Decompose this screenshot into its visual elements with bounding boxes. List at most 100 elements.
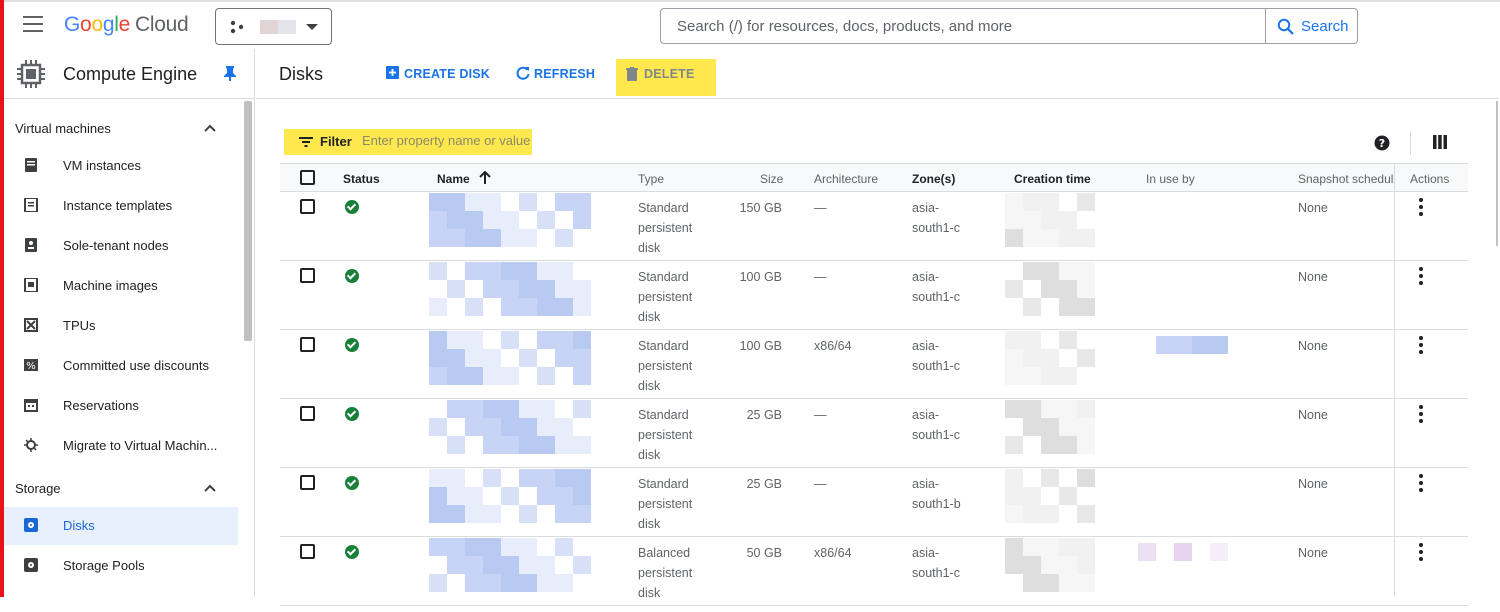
sidebar-item-committed-use-discounts[interactable]: % Committed use discounts bbox=[4, 347, 238, 385]
disk-type: Standard persistent disk bbox=[638, 267, 692, 327]
disk-zone-line: south1-c bbox=[912, 290, 960, 304]
column-header-status[interactable]: Status bbox=[343, 172, 380, 186]
table-row[interactable]: Balanced persistent disk 50 GB x86/64 asia-so… bbox=[280, 537, 1468, 606]
disk-zone: asia-south1-c bbox=[912, 198, 960, 238]
sidebar-item-vm-instances[interactable]: VM instances bbox=[4, 147, 238, 185]
disk-type-line: Standard bbox=[638, 408, 689, 422]
disk-type: Standard persistent disk bbox=[638, 474, 692, 534]
table-row[interactable]: Standard persistent disk 25 GB — asia-south1-… bbox=[280, 399, 1468, 468]
disk-zone: asia-south1-c bbox=[912, 267, 960, 307]
calendar-icon bbox=[24, 399, 38, 412]
more-actions-icon[interactable] bbox=[1419, 543, 1425, 561]
sidebar-item-migrate[interactable]: Migrate to Virtual Machin... bbox=[4, 427, 238, 465]
column-header-creation-time[interactable]: Creation time bbox=[1014, 172, 1091, 186]
sidebar-item-label: TPUs bbox=[63, 318, 96, 333]
filter-input[interactable] bbox=[362, 133, 532, 148]
google-cloud-logo[interactable]: Google Cloud bbox=[64, 13, 189, 37]
disk-type-line: persistent bbox=[638, 221, 693, 235]
actions-column-divider bbox=[1394, 163, 1395, 596]
snapshot-schedule: None bbox=[1298, 408, 1328, 422]
table-row[interactable]: Standard persistent disk 100 GB — asia-south1… bbox=[280, 261, 1468, 330]
disk-zone: asia-south1-c bbox=[912, 336, 960, 376]
row-checkbox[interactable] bbox=[300, 199, 315, 214]
sidebar-item-tpus[interactable]: TPUs bbox=[4, 307, 238, 345]
table-body: Standard persistent disk 150 GB — asia-south1… bbox=[280, 192, 1468, 612]
row-checkbox[interactable] bbox=[300, 475, 315, 490]
disk-architecture: x86/64 bbox=[814, 546, 852, 560]
disk-architecture: — bbox=[814, 408, 827, 422]
column-header-actions: Actions bbox=[1410, 172, 1450, 186]
disk-type: Balanced persistent disk bbox=[638, 543, 692, 603]
add-box-icon bbox=[386, 66, 399, 79]
more-actions-icon[interactable] bbox=[1419, 336, 1425, 354]
disk-type-line: Balanced bbox=[638, 546, 691, 560]
compute-engine-icon bbox=[17, 60, 45, 88]
column-header-type[interactable]: Type bbox=[638, 172, 664, 186]
table-row[interactable]: Standard persistent disk 25 GB — asia-south1-… bbox=[280, 468, 1468, 537]
row-checkbox[interactable] bbox=[300, 544, 315, 559]
section-title-virtual-machines: Virtual machines bbox=[15, 121, 111, 136]
sidebar-item-label: Migrate to Virtual Machin... bbox=[63, 438, 218, 453]
more-actions-icon[interactable] bbox=[1419, 405, 1425, 423]
sidebar-item-label: Disks bbox=[63, 518, 95, 533]
search-input[interactable] bbox=[660, 8, 1266, 44]
column-header-architecture[interactable]: Architecture bbox=[814, 172, 878, 186]
sidebar-scrollbar[interactable] bbox=[244, 101, 252, 341]
main-content: Disks CREATE DISK REFRESH DELETE Filter … bbox=[256, 49, 1498, 606]
chevron-up-icon[interactable] bbox=[203, 123, 217, 133]
chevron-up-icon[interactable] bbox=[203, 483, 217, 493]
disk-type-line: Standard bbox=[638, 339, 689, 353]
disk-zone-line: asia- bbox=[912, 408, 940, 422]
sidebar-item-reservations[interactable]: Reservations bbox=[4, 387, 238, 425]
page-title: Disks bbox=[279, 64, 323, 84]
menu-icon[interactable] bbox=[23, 16, 43, 32]
sidebar-item-sole-tenant-nodes[interactable]: Sole-tenant nodes bbox=[4, 227, 238, 265]
column-header-zones[interactable]: Zone(s) bbox=[912, 172, 955, 186]
column-header-size[interactable]: Size bbox=[760, 172, 783, 186]
delete-button[interactable]: DELETE bbox=[616, 59, 716, 96]
disk-zone: asia-south1-c bbox=[912, 543, 960, 583]
row-checkbox[interactable] bbox=[300, 337, 315, 352]
table-header: Status Name Type Size Architecture Zone(… bbox=[280, 163, 1468, 192]
more-actions-icon[interactable] bbox=[1419, 267, 1425, 285]
sidebar-item-storage-pools[interactable]: Storage Pools bbox=[4, 547, 238, 585]
logo-google: Google bbox=[64, 13, 130, 36]
column-header-name[interactable]: Name bbox=[437, 172, 470, 186]
main-scrollbar[interactable] bbox=[1496, 101, 1498, 246]
sole-tenant-icon bbox=[25, 238, 37, 252]
sidebar-item-disks[interactable]: Disks bbox=[4, 507, 238, 545]
sidebar-item-label: Sole-tenant nodes bbox=[63, 238, 169, 253]
search-icon bbox=[1277, 18, 1294, 35]
table-row[interactable]: Standard persistent disk 100 GB x86/64 asia-s… bbox=[280, 330, 1468, 399]
column-header-snapshot-schedule[interactable]: Snapshot schedul bbox=[1298, 172, 1394, 186]
svg-text:%: % bbox=[26, 361, 36, 372]
disk-icon bbox=[24, 518, 38, 532]
disk-type-line: disk bbox=[638, 517, 661, 531]
sort-ascending-icon[interactable] bbox=[479, 171, 491, 185]
column-display-icon[interactable] bbox=[1433, 135, 1447, 149]
disk-zone-line: asia- bbox=[912, 546, 940, 560]
column-header-in-use-by[interactable]: In use by bbox=[1146, 172, 1195, 186]
pin-icon[interactable] bbox=[223, 65, 237, 81]
status-ok-icon bbox=[345, 545, 359, 559]
sidebar-item-machine-images[interactable]: Machine images bbox=[4, 267, 238, 305]
column-header-name-label: Name bbox=[437, 172, 470, 186]
search-button[interactable]: Search bbox=[1265, 8, 1358, 44]
project-selector[interactable] bbox=[215, 8, 332, 45]
sidebar-item-instance-templates[interactable]: Instance templates bbox=[4, 187, 238, 225]
disk-type-line: Standard bbox=[638, 270, 689, 284]
snapshot-schedule: None bbox=[1298, 339, 1328, 353]
row-checkbox[interactable] bbox=[300, 268, 315, 283]
table-row[interactable]: Standard persistent disk 150 GB — asia-south1… bbox=[280, 192, 1468, 261]
disk-zone-line: south1-c bbox=[912, 566, 960, 580]
filter-bar[interactable]: Filter bbox=[284, 129, 532, 155]
help-icon[interactable]: ? bbox=[1374, 135, 1390, 151]
disk-type: Standard persistent disk bbox=[638, 336, 692, 396]
sidebar-item-label: Instance templates bbox=[63, 198, 173, 213]
more-actions-icon[interactable] bbox=[1419, 474, 1425, 492]
select-all-checkbox[interactable] bbox=[300, 170, 315, 185]
more-actions-icon[interactable] bbox=[1419, 198, 1425, 216]
disk-zone: asia-south1-c bbox=[912, 405, 960, 445]
row-checkbox[interactable] bbox=[300, 406, 315, 421]
status-ok-icon bbox=[345, 476, 359, 490]
